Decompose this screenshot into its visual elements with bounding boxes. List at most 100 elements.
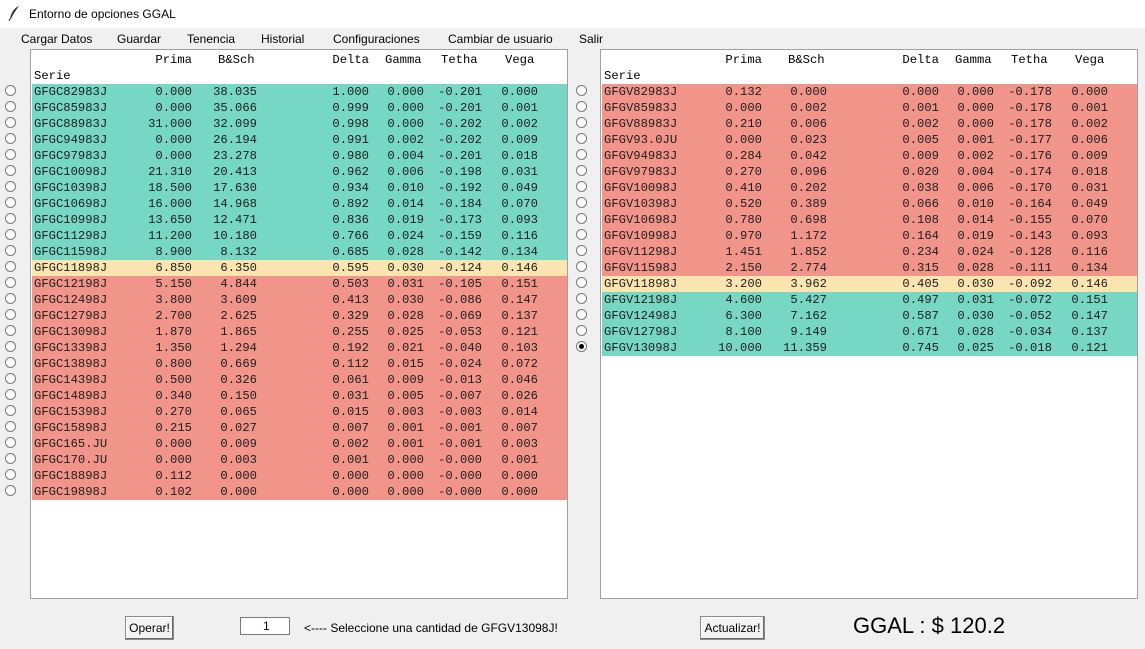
calls-table-row[interactable]: GFGC14398J 0.500 0.326 0.061 0.009 -0.013 0.04… [32, 372, 567, 388]
puts-table-row[interactable]: GFGV88983J 0.210 0.006 0.002 0.000 -0.178 0.00… [602, 116, 1137, 132]
puts-table-row[interactable]: GFGV12798J 8.100 9.149 0.671 0.028 -0.034 0.13… [602, 324, 1137, 340]
menu-tenencia[interactable]: Tenencia [187, 32, 235, 46]
calls-row-radio[interactable] [5, 373, 16, 384]
calls-row-radio[interactable] [5, 197, 16, 208]
calls-row-radio[interactable] [5, 453, 16, 464]
puts-table-row[interactable]: GFGV10098J 0.410 0.202 0.038 0.006 -0.170 0.03… [602, 180, 1137, 196]
menu-guardar[interactable]: Guardar [117, 32, 161, 46]
calls-table-row[interactable]: GFGC11298J 11.200 10.180 0.766 0.024 -0.159 0.… [32, 228, 567, 244]
puts-row-radio[interactable] [576, 293, 587, 304]
calls-row-radio[interactable] [5, 357, 16, 368]
puts-row-radio[interactable] [576, 309, 587, 320]
calls-table-row[interactable]: GFGC10698J 16.000 14.968 0.892 0.014 -0.184 0.… [32, 196, 567, 212]
calls-cell-serie: GFGC19898J [34, 485, 108, 499]
menu-historial[interactable]: Historial [261, 32, 304, 46]
actualizar-button[interactable]: Actualizar! [700, 616, 765, 640]
calls-row-radio[interactable] [5, 245, 16, 256]
calls-table-row[interactable]: GFGC97983J 0.000 23.278 0.980 0.004 -0.201 0.0… [32, 148, 567, 164]
puts-row-radio[interactable] [576, 325, 587, 336]
menu-cambiar-de-usuario[interactable]: Cambiar de usuario [448, 32, 553, 46]
calls-table-row[interactable]: GFGC85983J 0.000 35.066 0.999 0.000 -0.201 0.0… [32, 100, 567, 116]
menu-cargar-datos[interactable]: Cargar Datos [21, 32, 92, 46]
puts-row-radio[interactable] [576, 85, 587, 96]
puts-row-radio[interactable] [576, 229, 587, 240]
menu-salir[interactable]: Salir [579, 32, 603, 46]
calls-table-row[interactable]: GFGC10998J 13.650 12.471 0.836 0.019 -0.173 0.… [32, 212, 567, 228]
calls-row-radio[interactable] [5, 213, 16, 224]
puts-table-row[interactable]: GFGV82983J 0.132 0.000 0.000 0.000 -0.178 0.00… [602, 84, 1137, 100]
calls-table-row[interactable]: GFGC82983J 0.000 38.035 1.000 0.000 -0.201 0.0… [32, 84, 567, 100]
puts-table-row[interactable]: GFGV85983J 0.000 0.002 0.001 0.000 -0.178 0.00… [602, 100, 1137, 116]
calls-table-row[interactable]: GFGC94983J 0.000 26.194 0.991 0.002 -0.202 0.0… [32, 132, 567, 148]
puts-row-radio[interactable] [576, 149, 587, 160]
menu-configuraciones[interactable]: Configuraciones [333, 32, 420, 46]
calls-table-row[interactable]: GFGC15898J 0.215 0.027 0.007 0.001 -0.001 0.00… [32, 420, 567, 436]
calls-table-row[interactable]: GFGC13098J 1.870 1.865 0.255 0.025 -0.053 0.12… [32, 324, 567, 340]
puts-row-radio[interactable] [576, 245, 587, 256]
calls-row-radio[interactable] [5, 149, 16, 160]
puts-row-radio[interactable] [576, 341, 587, 352]
puts-table-row[interactable]: GFGV10698J 0.780 0.698 0.108 0.014 -0.155 0.07… [602, 212, 1137, 228]
calls-row-radio[interactable] [5, 101, 16, 112]
calls-row-radio[interactable] [5, 405, 16, 416]
puts-row-radio[interactable] [576, 197, 587, 208]
puts-table-row[interactable]: GFGV11598J 2.150 2.774 0.315 0.028 -0.111 0.13… [602, 260, 1137, 276]
calls-row-radio[interactable] [5, 309, 16, 320]
puts-row-radio[interactable] [576, 181, 587, 192]
calls-table-row[interactable]: GFGC10398J 18.500 17.630 0.934 0.010 -0.192 0.… [32, 180, 567, 196]
calls-table-row[interactable]: GFGC18898J 0.112 0.000 0.000 0.000 -0.000 0.00… [32, 468, 567, 484]
calls-row-radio[interactable] [5, 437, 16, 448]
calls-cell-prima: 0.112 [155, 469, 192, 483]
puts-table-row[interactable]: GFGV10398J 0.520 0.389 0.066 0.010 -0.164 0.04… [602, 196, 1137, 212]
puts-row-radio[interactable] [576, 133, 587, 144]
calls-table-row[interactable]: GFGC14898J 0.340 0.150 0.031 0.005 -0.007 0.02… [32, 388, 567, 404]
calls-row-radio[interactable] [5, 181, 16, 192]
calls-row-radio[interactable] [5, 469, 16, 480]
calls-table-row[interactable]: GFGC165.JU 0.000 0.009 0.002 0.001 -0.001 0.00… [32, 436, 567, 452]
puts-row-radio[interactable] [576, 101, 587, 112]
puts-table-row[interactable]: GFGV11298J 1.451 1.852 0.234 0.024 -0.128 0.11… [602, 244, 1137, 260]
calls-table-row[interactable]: GFGC88983J 31.000 32.099 0.998 0.000 -0.202 0.… [32, 116, 567, 132]
calls-row-radio[interactable] [5, 85, 16, 96]
calls-table-row[interactable]: GFGC19898J 0.102 0.000 0.000 0.000 -0.000 0.00… [32, 484, 567, 500]
calls-table-row[interactable]: GFGC13398J 1.350 1.294 0.192 0.021 -0.040 0.10… [32, 340, 567, 356]
calls-table-row[interactable]: GFGC170.JU 0.000 0.003 0.001 0.000 -0.000 0.00… [32, 452, 567, 468]
puts-row-radio[interactable] [576, 261, 587, 272]
puts-table-row[interactable]: GFGV93.0JU 0.000 0.023 0.005 0.001 -0.177 0.00… [602, 132, 1137, 148]
puts-table-row[interactable]: GFGV12498J 6.300 7.162 0.587 0.030 -0.052 0.14… [602, 308, 1137, 324]
calls-row-radio[interactable] [5, 229, 16, 240]
calls-row-radio[interactable] [5, 133, 16, 144]
calls-row-radio[interactable] [5, 293, 16, 304]
calls-row-radio[interactable] [5, 117, 16, 128]
calls-row-radio[interactable] [5, 165, 16, 176]
puts-row-radio[interactable] [576, 213, 587, 224]
puts-table-row[interactable]: GFGV97983J 0.270 0.096 0.020 0.004 -0.174 0.01… [602, 164, 1137, 180]
calls-table-row[interactable]: GFGC12198J 5.150 4.844 0.503 0.031 -0.105 0.15… [32, 276, 567, 292]
calls-row-radio[interactable] [5, 261, 16, 272]
puts-cell-gamma: 0.001 [957, 133, 994, 147]
calls-row-radio[interactable] [5, 325, 16, 336]
calls-row-radio[interactable] [5, 341, 16, 352]
calls-table-row[interactable]: GFGC11898J 6.850 6.350 0.595 0.030 -0.124 0.14… [32, 260, 567, 276]
quantity-input[interactable]: 1 [240, 617, 290, 635]
operar-button[interactable]: Operar! [125, 616, 174, 640]
calls-table-row[interactable]: GFGC10098J 21.310 20.413 0.962 0.006 -0.198 0.… [32, 164, 567, 180]
calls-table-row[interactable]: GFGC13898J 0.800 0.669 0.112 0.015 -0.024 0.07… [32, 356, 567, 372]
calls-row-radio[interactable] [5, 277, 16, 288]
puts-row-radio[interactable] [576, 165, 587, 176]
puts-table-row[interactable]: GFGV12198J 4.600 5.427 0.497 0.031 -0.072 0.15… [602, 292, 1137, 308]
puts-row-radio[interactable] [576, 277, 587, 288]
calls-row-radio[interactable] [5, 389, 16, 400]
puts-table-row[interactable]: GFGV11898J 3.200 3.962 0.405 0.030 -0.092 0.14… [602, 276, 1137, 292]
calls-row-radio[interactable] [5, 485, 16, 496]
puts-table-row[interactable]: GFGV13098J 10.000 11.359 0.745 0.025 -0.018 0.… [602, 340, 1137, 356]
calls-table-row[interactable]: GFGC15398J 0.270 0.065 0.015 0.003 -0.003 0.01… [32, 404, 567, 420]
calls-cell-serie: GFGC165.JU [34, 437, 108, 451]
puts-table-row[interactable]: GFGV94983J 0.284 0.042 0.009 0.002 -0.176 0.00… [602, 148, 1137, 164]
calls-row-radio[interactable] [5, 421, 16, 432]
calls-table-row[interactable]: GFGC11598J 8.900 8.132 0.685 0.028 -0.142 0.13… [32, 244, 567, 260]
puts-table-row[interactable]: GFGV10998J 0.970 1.172 0.164 0.019 -0.143 0.09… [602, 228, 1137, 244]
puts-row-radio[interactable] [576, 117, 587, 128]
calls-table-row[interactable]: GFGC12498J 3.800 3.609 0.413 0.030 -0.086 0.14… [32, 292, 567, 308]
calls-table-row[interactable]: GFGC12798J 2.700 2.625 0.329 0.028 -0.069 0.13… [32, 308, 567, 324]
